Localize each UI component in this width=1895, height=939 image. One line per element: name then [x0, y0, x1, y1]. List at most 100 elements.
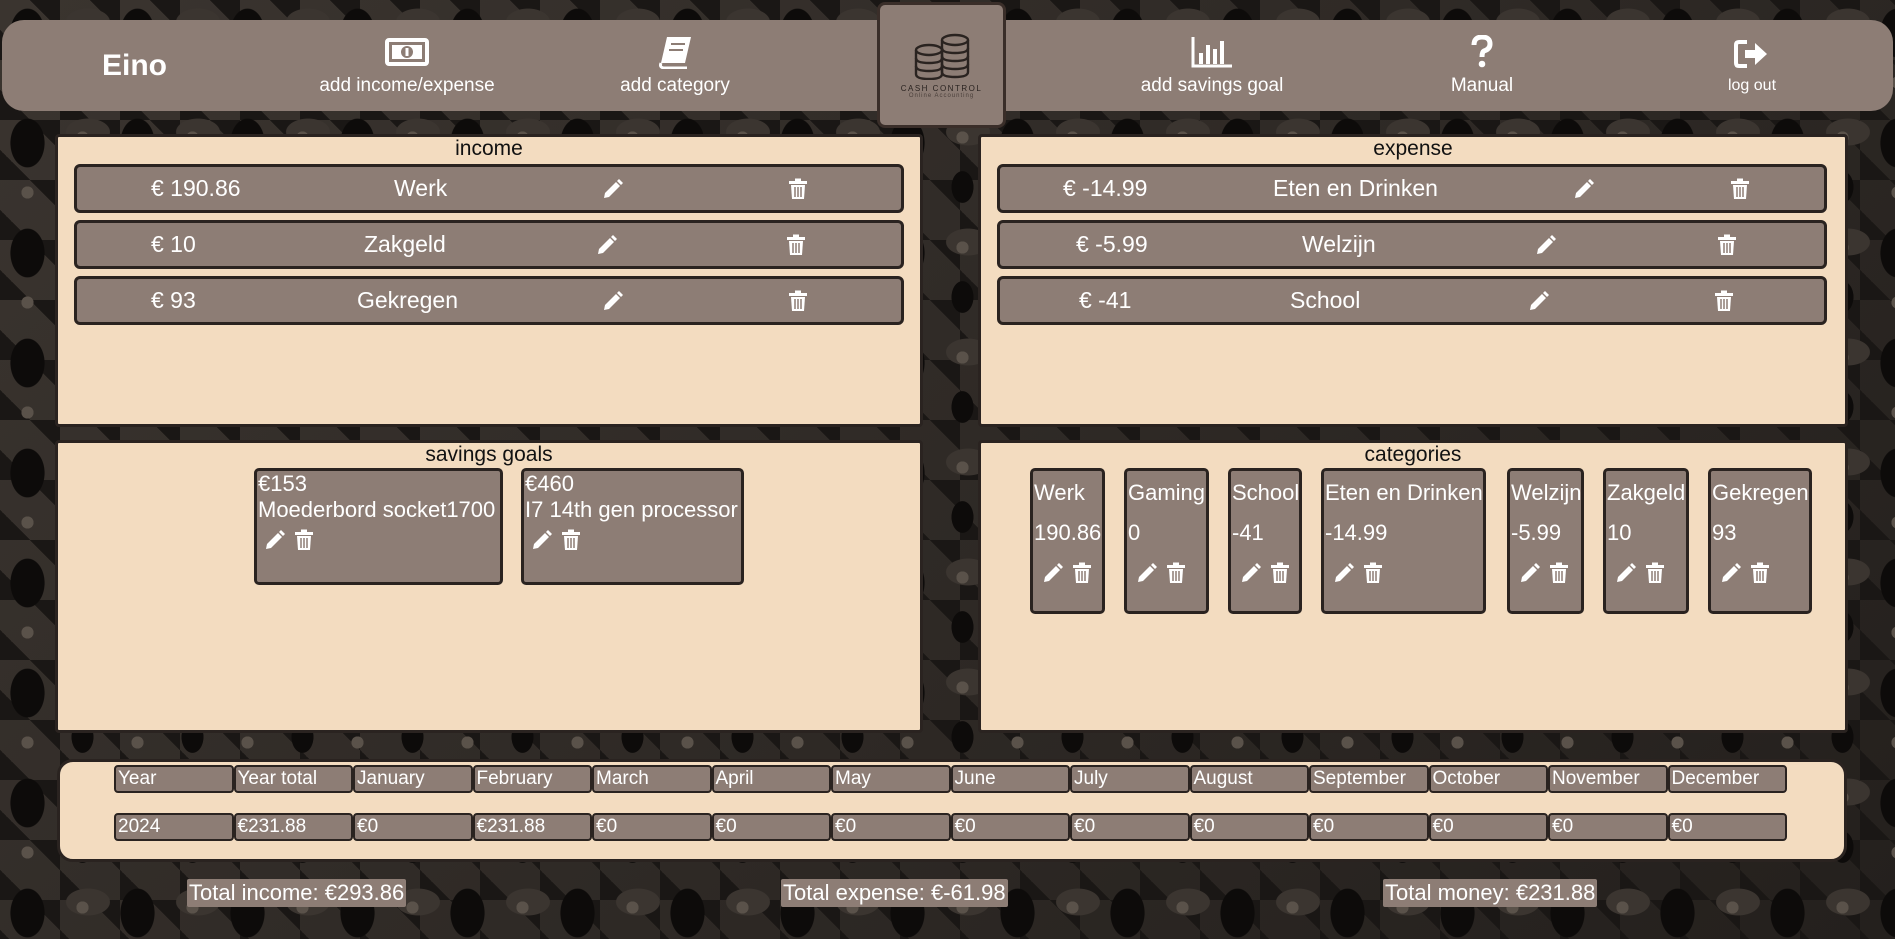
table-header-cell: May: [831, 765, 951, 793]
trash-icon[interactable]: [1727, 167, 1753, 210]
expense-panel: expense € -14.99 Eten en Drinken € -5.99…: [978, 134, 1848, 427]
coin-stack-icon: [914, 33, 969, 80]
category-name: Werk: [1034, 480, 1085, 505]
pencil-icon[interactable]: [531, 529, 553, 551]
add-category-button[interactable]: add category: [610, 20, 740, 111]
expense-category: Eten en Drinken: [1273, 175, 1438, 201]
table-header-cell: February: [472, 765, 592, 793]
trash-icon[interactable]: [785, 279, 811, 322]
category-card: Welzijn -5.99: [1507, 468, 1584, 614]
table-cell: €0: [592, 813, 712, 841]
category-value: 0: [1128, 520, 1141, 545]
trash-icon[interactable]: [1166, 562, 1186, 584]
table-cell: €0: [1070, 813, 1190, 841]
table-cell: €0: [1428, 813, 1548, 841]
pencil-icon[interactable]: [264, 529, 286, 551]
expense-row: € -5.99 Welzijn: [997, 220, 1827, 269]
trash-icon[interactable]: [294, 529, 314, 551]
trash-icon[interactable]: [1750, 562, 1770, 584]
manual-label: Manual: [1450, 74, 1514, 96]
trash-icon[interactable]: [561, 529, 581, 551]
category-value: -41: [1232, 520, 1264, 545]
savings-goal-card: €153 Moederbord socket1700: [254, 468, 503, 585]
table-header-cell: April: [711, 765, 831, 793]
income-row: € 190.86 Werk: [74, 164, 904, 213]
income-row: € 93 Gekregen: [74, 276, 904, 325]
bar-chart-icon: [1190, 35, 1234, 69]
pencil-icon[interactable]: [594, 223, 620, 266]
add-income-expense-button[interactable]: add income/expense: [312, 20, 502, 111]
manual-button[interactable]: Manual: [1442, 20, 1522, 111]
trash-icon[interactable]: [1270, 562, 1290, 584]
trash-icon[interactable]: [785, 167, 811, 210]
income-category: Gekregen: [357, 287, 459, 313]
expense-title: expense: [1373, 137, 1453, 160]
expense-amount: € -5.99: [1076, 231, 1148, 257]
table-cell: €0: [1667, 813, 1787, 841]
table-cell: €0: [950, 813, 1070, 841]
goal-amount: €460: [525, 471, 574, 496]
pencil-icon[interactable]: [1720, 562, 1742, 584]
log-out-label: log out: [1727, 76, 1777, 94]
category-card: Zakgeld 10: [1603, 468, 1689, 614]
income-category: Zakgeld: [364, 231, 446, 257]
category-value: 93: [1712, 520, 1737, 545]
categories-panel: categories Werk 190.86 Gaming 0 School -…: [978, 440, 1848, 733]
table-cell: €0: [711, 813, 831, 841]
sign-out-icon: [1734, 37, 1770, 71]
trash-icon[interactable]: [1363, 562, 1383, 584]
cash-control-logo[interactable]: CASH CONTROL Online Accounting: [877, 2, 1006, 128]
pencil-icon[interactable]: [1136, 562, 1158, 584]
category-value: -14.99: [1325, 520, 1388, 545]
savings-goals-panel: savings goals €153 Moederbord socket1700…: [55, 440, 923, 733]
trash-icon[interactable]: [783, 223, 809, 266]
expense-row: € -41 School: [997, 276, 1827, 325]
total-money: Total money: €231.88: [1383, 879, 1598, 907]
goal-name: Moederbord socket1700: [258, 497, 496, 522]
table-cell: €0: [353, 813, 473, 841]
add-savings-goal-button[interactable]: add savings goal: [1132, 20, 1292, 111]
pencil-icon[interactable]: [1240, 562, 1262, 584]
pencil-icon[interactable]: [600, 167, 626, 210]
table-cell: €231.88: [233, 813, 353, 841]
category-value: -5.99: [1511, 520, 1562, 545]
table-header-cell: Year: [114, 765, 234, 793]
table-cell: €231.88: [472, 813, 592, 841]
pencil-icon[interactable]: [1615, 562, 1637, 584]
trash-icon[interactable]: [1645, 562, 1665, 584]
trash-icon[interactable]: [1711, 279, 1737, 322]
table-row: 2024 €231.88 €0 €231.88 €0 €0 €0 €0 €0 €…: [114, 813, 1787, 841]
income-title: income: [455, 137, 523, 160]
category-card: School -41: [1228, 468, 1302, 614]
category-name: School: [1232, 480, 1300, 505]
pencil-icon[interactable]: [1533, 223, 1559, 266]
table-header-cell: August: [1189, 765, 1309, 793]
total-expense: Total expense: €-61.98: [781, 879, 1008, 907]
category-name: Zakgeld: [1607, 480, 1686, 505]
add-savings-goal-label: add savings goal: [1140, 74, 1284, 96]
pencil-icon[interactable]: [1333, 562, 1355, 584]
question-mark-icon: [1470, 34, 1494, 69]
pencil-icon[interactable]: [1519, 562, 1541, 584]
log-out-button[interactable]: log out: [1707, 20, 1797, 111]
trash-icon[interactable]: [1072, 562, 1092, 584]
table-header-cell: December: [1667, 765, 1787, 793]
pencil-icon[interactable]: [1526, 279, 1552, 322]
category-card: Gekregen 93: [1708, 468, 1812, 614]
income-amount: € 10: [151, 231, 196, 257]
pencil-icon[interactable]: [600, 279, 626, 322]
category-value: 190.86: [1034, 520, 1102, 545]
category-card: Werk 190.86: [1030, 468, 1105, 614]
category-name: Gekregen: [1712, 480, 1809, 505]
category-card: Eten en Drinken -14.99: [1321, 468, 1486, 614]
trash-icon[interactable]: [1714, 223, 1740, 266]
category-name: Welzijn: [1511, 480, 1582, 505]
income-panel: income € 190.86 Werk € 10 Zakgeld € 93 G…: [55, 134, 923, 427]
table-cell: 2024: [114, 813, 234, 841]
income-category: Werk: [394, 175, 448, 201]
logo-text: CASH CONTROL: [900, 83, 983, 93]
pencil-icon[interactable]: [1042, 562, 1064, 584]
income-row: € 10 Zakgeld: [74, 220, 904, 269]
pencil-icon[interactable]: [1571, 167, 1597, 210]
trash-icon[interactable]: [1549, 562, 1569, 584]
